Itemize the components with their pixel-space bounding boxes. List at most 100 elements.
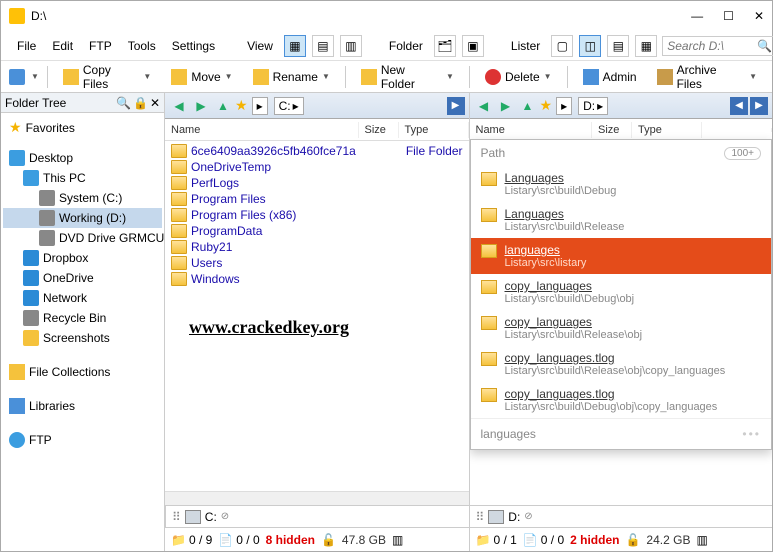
maximize-button[interactable]: ☐ — [723, 9, 734, 23]
col-type[interactable]: Type — [632, 122, 702, 138]
listary-query[interactable]: languages — [481, 427, 536, 441]
tab-close-icon[interactable]: ⊘ — [524, 511, 532, 522]
file-name[interactable]: Ruby21 — [191, 240, 232, 254]
col-date[interactable] — [702, 128, 772, 132]
menu-view[interactable]: View — [241, 36, 279, 56]
file-row[interactable]: ProgramData — [169, 223, 465, 239]
minimize-button[interactable]: — — [691, 9, 703, 23]
search-input[interactable] — [667, 39, 757, 53]
search-icon[interactable]: 🔍 — [757, 39, 772, 53]
folder-dual-icon[interactable]: ▣ — [462, 35, 484, 57]
scrollbar[interactable] — [165, 491, 469, 505]
file-row[interactable]: Program Files — [169, 191, 465, 207]
more-icon[interactable]: ••• — [742, 427, 761, 441]
tree-node[interactable]: Dropbox — [3, 248, 162, 268]
close-panel-icon[interactable]: ✕ — [150, 96, 160, 110]
file-row[interactable]: Users — [169, 255, 465, 271]
nav-left-icon[interactable]: ◀ — [730, 97, 748, 115]
dropdown-icon[interactable]: ▼ — [31, 72, 39, 81]
nav-right-icon[interactable]: ▶ — [750, 97, 768, 115]
admin-button[interactable]: Admin — [576, 65, 644, 89]
file-name[interactable]: 6ce6409aa3926c5fb460fce71a — [191, 144, 356, 158]
view-mode-icon[interactable]: ▤ — [312, 35, 334, 57]
copy-files-button[interactable]: Copy Files ▼ — [56, 59, 158, 95]
folder-tree[interactable]: ★Favorites DesktopThis PCSystem (C:)Work… — [1, 113, 164, 551]
drive-tab-right[interactable]: D: — [508, 510, 520, 524]
back-button[interactable]: ◀ — [169, 96, 189, 116]
favorite-icon[interactable]: ★ — [540, 97, 553, 114]
lister-icon[interactable]: ▦ — [635, 35, 657, 57]
new-lister-icon[interactable] — [9, 69, 25, 85]
rename-button[interactable]: Rename ▼ — [246, 65, 337, 89]
file-name[interactable]: PerfLogs — [191, 176, 239, 190]
tree-node[interactable]: DVD Drive GRMCUL — [3, 228, 162, 248]
delete-button[interactable]: Delete ▼ — [478, 65, 559, 89]
favorite-icon[interactable]: ★ — [235, 97, 248, 114]
forward-button[interactable]: ▶ — [496, 96, 516, 116]
tree-node[interactable]: Recycle Bin — [3, 308, 162, 328]
breadcrumb-root[interactable]: ▸ — [252, 97, 268, 115]
listary-result[interactable]: LanguagesListary\src\build\Debug — [471, 166, 772, 202]
lock-icon[interactable]: 🔒 — [133, 96, 148, 110]
libraries[interactable]: Libraries — [29, 399, 75, 413]
file-name[interactable]: Program Files (x86) — [191, 208, 296, 222]
forward-button[interactable]: ▶ — [191, 96, 211, 116]
new-folder-button[interactable]: New Folder ▼ — [354, 59, 461, 95]
ftp-node[interactable]: FTP — [29, 433, 52, 447]
menu-folder[interactable]: Folder — [383, 36, 429, 56]
listary-result[interactable]: copy_languagesListary\src\build\Debug\ob… — [471, 274, 772, 310]
favorites-label[interactable]: Favorites — [26, 121, 75, 135]
back-button[interactable]: ◀ — [474, 96, 494, 116]
archive-button[interactable]: Archive Files ▼ — [650, 59, 764, 95]
col-name[interactable]: Name — [165, 122, 359, 138]
file-name[interactable]: Program Files — [191, 192, 266, 206]
menu-settings[interactable]: Settings — [166, 36, 221, 56]
file-row[interactable]: Ruby21 — [169, 239, 465, 255]
col-type[interactable]: Type — [399, 122, 469, 138]
file-collections[interactable]: File Collections — [29, 365, 110, 379]
file-name[interactable]: Windows — [191, 272, 240, 286]
col-size[interactable]: Size — [592, 122, 632, 138]
col-name[interactable]: Name — [470, 122, 593, 138]
search-box[interactable]: 🔍 — [662, 36, 773, 56]
view-mode-icon[interactable]: ▦ — [284, 35, 306, 57]
file-name[interactable]: OneDriveTemp — [191, 160, 271, 174]
tree-node[interactable]: This PC — [3, 168, 162, 188]
file-row[interactable]: 6ce6409aa3926c5fb460fce71aFile Folder — [169, 143, 465, 159]
lister-icon[interactable]: ▤ — [607, 35, 629, 57]
tab-handle-icon[interactable]: ⠿ — [476, 510, 485, 524]
tree-node[interactable]: Network — [3, 288, 162, 308]
tree-node[interactable]: System (C:) — [3, 188, 162, 208]
listary-result[interactable]: copy_languages.tlogListary\src\build\Deb… — [471, 382, 772, 418]
menu-ftp[interactable]: FTP — [83, 36, 118, 56]
tree-node[interactable]: OneDrive — [3, 268, 162, 288]
up-button[interactable]: ▲ — [518, 96, 538, 116]
file-row[interactable]: Program Files (x86) — [169, 207, 465, 223]
menu-lister[interactable]: Lister — [505, 36, 546, 56]
lister-dual-icon[interactable]: ◫ — [579, 35, 601, 57]
file-row[interactable]: Windows — [169, 271, 465, 287]
file-row[interactable]: OneDriveTemp — [169, 159, 465, 175]
view-mode-icon[interactable]: ▥ — [340, 35, 362, 57]
tree-node[interactable]: Screenshots — [3, 328, 162, 348]
file-name[interactable]: Users — [191, 256, 222, 270]
nav-right-icon[interactable]: ▶ — [447, 97, 465, 115]
file-row[interactable]: PerfLogs — [169, 175, 465, 191]
listary-result[interactable]: languagesListary\src\listary — [471, 238, 772, 274]
drive-tab-left[interactable]: C: — [205, 510, 217, 524]
tab-handle-icon[interactable]: ⠿ — [172, 510, 181, 524]
menu-file[interactable]: File — [11, 36, 42, 56]
tab-close-icon[interactable]: ⊘ — [221, 511, 229, 522]
listary-result[interactable]: copy_languages.tlogListary\src\build\Rel… — [471, 346, 772, 382]
tree-node[interactable]: Working (D:) — [3, 208, 162, 228]
listary-result[interactable]: LanguagesListary\src\build\Release — [471, 202, 772, 238]
col-size[interactable]: Size — [359, 122, 399, 138]
listary-result[interactable]: copy_languagesListary\src\build\Release\… — [471, 310, 772, 346]
lister-icon[interactable]: ▢ — [551, 35, 573, 57]
breadcrumb-root[interactable]: ▸ — [556, 97, 572, 115]
move-button[interactable]: Move ▼ — [164, 65, 239, 89]
menu-edit[interactable]: Edit — [46, 36, 79, 56]
file-name[interactable]: ProgramData — [191, 224, 262, 238]
up-button[interactable]: ▲ — [213, 96, 233, 116]
folder-tree-icon[interactable]: 🗂 — [434, 35, 456, 57]
